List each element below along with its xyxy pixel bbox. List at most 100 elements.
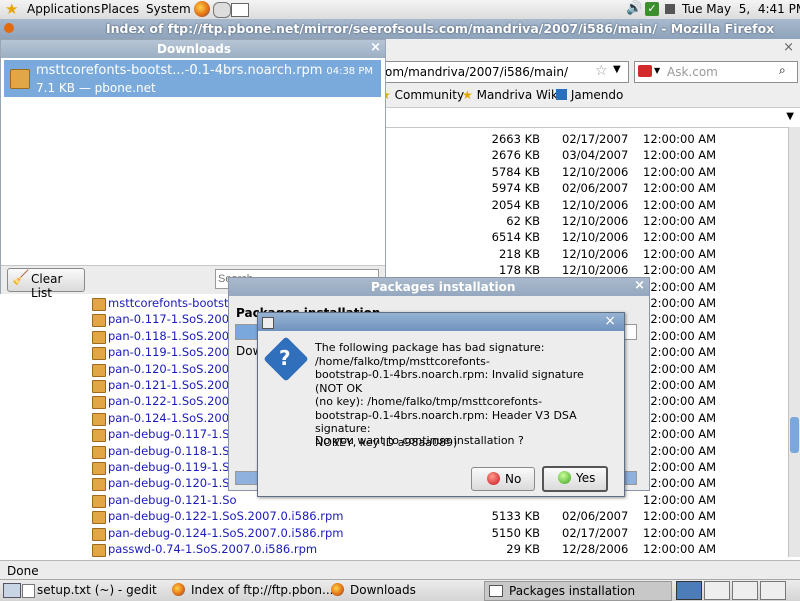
show-desktop-icon[interactable] xyxy=(3,583,21,598)
file-size: 178 KB xyxy=(498,263,540,278)
file-name[interactable]: pan-0.122-1.SoS.2007. xyxy=(108,394,240,408)
file-date: 02/17/2007 xyxy=(562,132,629,146)
firefox-launcher-icon[interactable] xyxy=(194,1,210,17)
download-info: 7.1 KB — pbone.net xyxy=(36,81,156,95)
no-button[interactable]: No xyxy=(471,467,535,491)
file-time: 12:00:00 AM xyxy=(643,230,717,245)
bookmark-jamendo[interactable]: Jamendo xyxy=(556,88,623,102)
task-gedit[interactable]: setup.txt (~) - gedit xyxy=(22,582,162,598)
downloads-titlebar[interactable]: Downloads × xyxy=(1,40,385,58)
firefox-titlebar[interactable]: Index of ftp://ftp.pbone.net/mirror/seer… xyxy=(0,19,800,39)
file-date: 12/10/2006 xyxy=(562,214,629,228)
network-tray-icon[interactable] xyxy=(665,4,675,14)
workspace-3[interactable] xyxy=(732,581,758,600)
file-time: 12:00:00 AM xyxy=(643,410,717,425)
scroll-thumb[interactable] xyxy=(790,417,799,453)
list-all-tabs-icon[interactable]: ▼ xyxy=(786,111,794,122)
file-size: 5974 KB xyxy=(491,181,540,196)
table-row: passwd-0.74-1.SoS.2007.0.i586.rpm 29 KB 12… xyxy=(0,542,790,558)
file-time: 12:00:00 AM xyxy=(643,328,717,343)
url-dropdown-icon[interactable]: ▼ xyxy=(613,64,621,75)
clear-list-button[interactable]: 🧹 Clear List xyxy=(7,268,85,300)
workspace-switcher[interactable] xyxy=(676,581,796,600)
system-menu[interactable]: System xyxy=(146,2,191,16)
file-name[interactable]: pan-0.120-1.SoS.2007. xyxy=(108,362,240,376)
firefox-window-title: Index of ftp://ftp.pbone.net/mirror/seer… xyxy=(106,21,775,36)
workspace-4[interactable] xyxy=(760,581,786,600)
file-size: 62 KB xyxy=(506,214,540,228)
bookmark-star-icon[interactable]: ☆ xyxy=(595,63,608,79)
task-label: setup.txt (~) - gedit xyxy=(37,583,157,597)
file-name[interactable]: pan-0.121-1.SoS.2007. xyxy=(108,378,240,392)
file-name[interactable]: pan-debug-0.118-1.So xyxy=(108,444,237,458)
search-engine-icon[interactable] xyxy=(638,65,652,77)
task-firefox[interactable]: Index of ftp://ftp.pbon... xyxy=(172,582,333,598)
workspace-1[interactable] xyxy=(676,581,702,600)
page-scrollbar[interactable] xyxy=(788,127,800,557)
packages-titlebar[interactable]: Packages installation × xyxy=(229,278,649,296)
file-name[interactable]: msttcorefonts-bootst xyxy=(108,296,229,310)
file-date: 02/06/2007 xyxy=(562,509,629,524)
file-name[interactable]: pan-debug-0.124-1.SoS.2007.0.i586.rpm xyxy=(108,526,343,540)
file-name[interactable]: pan-0.124-1.SoS.2007. xyxy=(108,411,240,425)
package-file-icon xyxy=(92,445,106,459)
downloads-window: Downloads × msttcorefonts-bootst...-0.1-… xyxy=(0,39,386,300)
update-check-icon[interactable]: ✓ xyxy=(645,2,659,16)
search-engine-dropdown-icon[interactable]: ▼ xyxy=(654,66,660,75)
url-text: om/mandriva/2007/i586/main/ xyxy=(385,65,568,79)
applications-menu[interactable]: Applications xyxy=(27,2,100,16)
close-icon[interactable]: × xyxy=(604,313,616,329)
mail-icon[interactable] xyxy=(231,3,249,17)
file-size: 5150 KB xyxy=(491,525,540,540)
file-time: 12:00:00 AM xyxy=(643,214,717,228)
package-file-icon xyxy=(92,412,106,426)
file-name[interactable]: pan-debug-0.117-1.So xyxy=(108,427,237,441)
places-menu[interactable]: Places xyxy=(101,2,139,16)
download-item[interactable]: msttcorefonts-bootst...-0.1-4brs.noarch.… xyxy=(4,60,381,97)
file-name[interactable]: pan-0.119-1.SoS.2007. xyxy=(108,345,240,359)
file-name[interactable]: pan-0.117-1.SoS.2007. xyxy=(108,312,240,326)
close-icon[interactable]: × xyxy=(370,40,381,55)
file-size: 2676 KB xyxy=(491,148,540,163)
window-menu-icon[interactable] xyxy=(4,23,14,33)
search-placeholder: Ask.com xyxy=(667,65,718,79)
dialog-message: The following package has bad signature:… xyxy=(315,341,584,449)
bookmark-label: Community xyxy=(394,88,465,102)
file-name[interactable]: pan-debug-0.121-1.So xyxy=(108,493,237,507)
package-file-icon xyxy=(10,69,30,89)
file-time: 12:00:00 AM xyxy=(643,361,717,376)
search-magnifier-icon[interactable]: ⌕ xyxy=(779,63,786,78)
volume-icon[interactable]: 🔊 xyxy=(626,1,642,16)
dialog-menu-icon[interactable] xyxy=(262,317,274,329)
file-time: 12:00:00 AM xyxy=(643,263,717,278)
clock[interactable]: Tue May 5, 4:41 PM xyxy=(682,2,800,16)
task-packages-installation[interactable]: Packages installation xyxy=(484,581,672,601)
bad-signature-dialog: × ? The following package has bad signat… xyxy=(257,312,625,497)
url-bar[interactable]: om/mandriva/2007/i586/main/ ☆ ▼ xyxy=(384,61,629,83)
window-icon xyxy=(489,585,503,597)
bookmark-community[interactable]: ★ Community xyxy=(380,88,464,102)
dialog-titlebar[interactable]: × xyxy=(258,313,624,331)
package-file-icon xyxy=(92,429,106,443)
package-file-icon xyxy=(92,363,106,377)
file-time: 12:00:00 AM xyxy=(643,164,717,179)
file-time: 12:00:00 AM xyxy=(643,132,717,146)
file-name[interactable]: passwd-0.74-1.SoS.2007.0.i586.rpm xyxy=(108,542,317,556)
close-icon[interactable]: × xyxy=(634,278,645,293)
file-time: 12:00:00 AM xyxy=(643,443,717,458)
file-name[interactable]: pan-debug-0.119-1.So xyxy=(108,460,237,474)
download-filename: msttcorefonts-bootst...-0.1-4brs.noarch.… xyxy=(36,63,323,78)
bookmark-mandriva-wiki[interactable]: ★ Mandriva Wiki xyxy=(462,88,561,102)
task-downloads[interactable]: Downloads xyxy=(331,582,479,598)
tab-close-icon[interactable]: × xyxy=(783,40,794,55)
file-name[interactable]: pan-debug-0.120-1.So xyxy=(108,476,237,490)
yes-button[interactable]: Yes xyxy=(542,466,608,492)
file-name[interactable]: pan-0.118-1.SoS.2007. xyxy=(108,329,240,343)
downloads-window-title: Downloads xyxy=(157,42,232,56)
search-bar[interactable]: ▼ Ask.com ⌕ xyxy=(634,61,798,83)
file-size: 5784 KB xyxy=(491,164,540,179)
gnome-star-icon[interactable]: ★ xyxy=(5,1,18,17)
workspace-2[interactable] xyxy=(704,581,730,600)
network-icon[interactable] xyxy=(213,2,231,18)
file-name[interactable]: pan-debug-0.122-1.SoS.2007.0.i586.rpm xyxy=(108,509,343,523)
